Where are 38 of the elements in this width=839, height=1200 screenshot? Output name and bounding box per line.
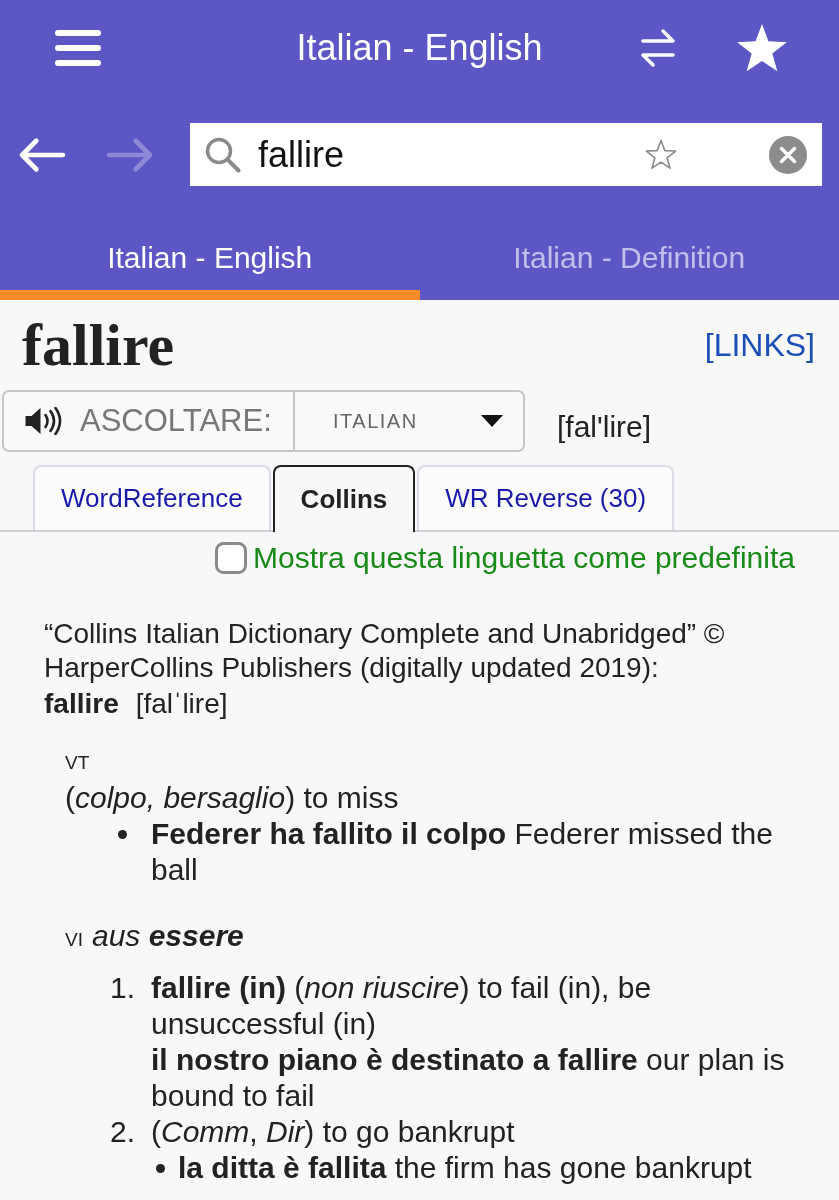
part-of-speech-label: VT	[65, 751, 90, 775]
sense-text: (Comm, Dir) to go bankrupt	[151, 1114, 516, 1150]
example-text: Federer ha fallito il colpo Federer missed the ball	[151, 816, 774, 888]
bullet-icon	[156, 1164, 165, 1173]
clear-icon[interactable]	[769, 135, 807, 174]
star-outline-icon[interactable]	[645, 139, 677, 170]
part-of-speech-label: VI	[65, 928, 83, 952]
definition-headword: fallire	[44, 687, 119, 721]
menu-icon[interactable]	[55, 30, 101, 66]
search-field[interactable]: fallire	[190, 123, 822, 186]
source-tab[interactable]: Collins	[272, 465, 416, 532]
sense-number: 1.	[109, 970, 135, 1006]
caret-icon	[481, 415, 503, 427]
bullet-icon	[118, 830, 127, 839]
pronunciation-text: [fal'lire]	[557, 409, 652, 445]
speaker-icon	[25, 407, 63, 435]
headword-title: fallire	[22, 313, 175, 377]
app-title: Italian - English	[296, 28, 543, 68]
source-tab[interactable]: WordReference	[33, 465, 271, 530]
links-link[interactable]: [LINKS]	[704, 326, 815, 364]
checkbox[interactable]	[215, 542, 247, 574]
sense-number: 2.	[109, 1114, 135, 1150]
grammar-note: aus essere	[91, 918, 244, 954]
swap-icon[interactable]	[640, 28, 676, 68]
language-dropdown[interactable]: ITALIAN	[295, 392, 523, 450]
checkbox-label[interactable]: Mostra questa linguetta come predefinita	[253, 541, 795, 575]
source-tab[interactable]: WR Reverse (30)	[417, 465, 675, 530]
star-icon[interactable]	[737, 24, 787, 72]
sense-text: fallire (in) (non riuscire) to fail (in), be unsuccessful (in)	[151, 970, 653, 1042]
sense-text: (colpo, bersaglio) to miss	[65, 780, 400, 816]
example-text: il nostro piano è destinato a fallire our plan is bound to fail	[151, 1042, 786, 1114]
source-credit: “Collins Italian Dictionary Complete and Unabridged” © HarperCollins Publishers (digitally updated 2019):	[44, 617, 726, 685]
back-arrow-icon[interactable]	[18, 136, 66, 173]
pronunciation-text: [falˈlire]	[135, 687, 228, 721]
example-text: la ditta è fallita the firm has gone bankrupt	[178, 1150, 753, 1186]
search-icon	[205, 136, 241, 173]
dictionary-tab[interactable]: Italian - English	[0, 218, 420, 300]
listen-button[interactable]: ASCOLTARE:	[4, 392, 295, 450]
